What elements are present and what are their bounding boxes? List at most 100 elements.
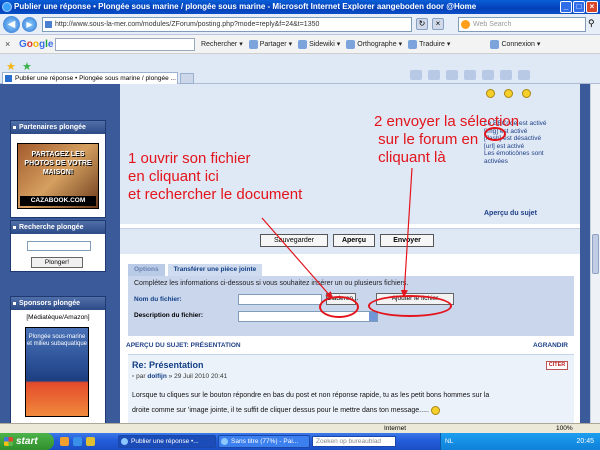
- quick-launch: [60, 437, 95, 446]
- desktop-search-input[interactable]: Zoeken op bureaublad: [312, 436, 396, 447]
- partager-button[interactable]: Partager ▾: [248, 39, 292, 49]
- help-icon[interactable]: [500, 70, 512, 80]
- smiley-icon[interactable]: [522, 89, 531, 98]
- google-toolbar: × Google Rechercher ▾ Partager ▾ Sidewiki ▾…: [0, 35, 600, 54]
- post-title[interactable]: Re: Présentation: [132, 360, 204, 370]
- home-icon[interactable]: [410, 70, 422, 80]
- smiley-highlight-circle: [484, 127, 506, 141]
- tab-page-icon: [5, 75, 12, 82]
- connexion-button[interactable]: Connexion ▾: [490, 39, 540, 49]
- translate-icon: [408, 39, 418, 49]
- quote-button[interactable]: CITER: [546, 361, 568, 370]
- gear-icon: [490, 39, 500, 49]
- dive-search-input[interactable]: [27, 241, 91, 251]
- smiley-list: [486, 89, 531, 98]
- language-indicator[interactable]: NL: [445, 433, 453, 450]
- window-title-bar: Publier une réponse • Plongée sous marin…: [0, 0, 600, 14]
- browser-tab[interactable]: Publier une réponse • Plongée sous marin…: [2, 72, 178, 84]
- print-icon[interactable]: [446, 70, 458, 80]
- start-button[interactable]: start: [0, 433, 54, 450]
- sidewiki-button[interactable]: Sidewiki ▾: [298, 39, 340, 49]
- research-icon[interactable]: [518, 70, 530, 80]
- expand-link[interactable]: AGRANDIR: [533, 342, 568, 349]
- zoom-level[interactable]: 100%: [556, 424, 573, 433]
- maximize-button[interactable]: □: [573, 1, 585, 13]
- scroll-thumb[interactable]: [592, 234, 599, 274]
- clock: 20:45: [576, 438, 594, 445]
- explorer-icon[interactable]: [86, 437, 95, 446]
- status-bar: Internet 100%: [0, 423, 600, 433]
- window-title: Publier une réponse • Plongée sous marin…: [14, 2, 477, 11]
- search-box: Recherche plongée Plonger!: [10, 220, 106, 272]
- file-name-label: Nom du fichier:: [134, 296, 182, 303]
- tab-options[interactable]: Options: [128, 264, 165, 276]
- sponsors-title: Sponsors plongée: [11, 297, 105, 310]
- command-bar: [410, 70, 530, 80]
- add-file-highlight-circle: [368, 295, 452, 317]
- system-tray: NL 20:45: [440, 433, 600, 450]
- post-author[interactable]: dolfijn: [147, 373, 167, 380]
- windows-taskbar: start Publier une réponse •... Sans titr…: [0, 433, 600, 450]
- plonger-button[interactable]: Plonger!: [31, 257, 83, 268]
- ie-icon[interactable]: [73, 437, 82, 446]
- partners-box: Partenaires plongée PARTAGEZ LES PHOTOS …: [10, 120, 106, 218]
- post-icon: ▫: [132, 373, 135, 380]
- new-tab-button[interactable]: [180, 73, 194, 84]
- web-search-input[interactable]: Web Search: [458, 17, 586, 32]
- preview-post: Re: Présentation ▫ par dolfijn » 29 Juil…: [128, 354, 574, 423]
- browse-highlight-circle: [319, 296, 359, 318]
- tools-menu-icon[interactable]: [482, 70, 494, 80]
- forward-button[interactable]: ▶: [22, 17, 37, 32]
- search-icon[interactable]: ⚲: [588, 18, 599, 30]
- smiley-icon[interactable]: [486, 89, 495, 98]
- sponsors-box: Sponsors plongée [Médiatèque/Amazon] Plo…: [10, 296, 106, 423]
- smiley-icon[interactable]: [504, 89, 513, 98]
- address-input[interactable]: http://www.sous-la-mer.com/modules/ZForu…: [42, 17, 412, 32]
- stop-icon[interactable]: ×: [432, 18, 444, 30]
- submit-bar: Sauvegarder Aperçu Envoyer: [120, 228, 580, 254]
- post-meta: ▫ par dolfijn » 29 Juil 2010 20:41: [132, 373, 228, 380]
- firefox-icon[interactable]: [60, 437, 69, 446]
- vertical-scrollbar[interactable]: [590, 84, 600, 423]
- resize-handle-icon[interactable]: [369, 312, 377, 321]
- search-provider-icon: [461, 20, 470, 29]
- preview-button[interactable]: Aperçu: [333, 234, 375, 247]
- close-button[interactable]: ×: [586, 1, 598, 13]
- close-toolbar-icon[interactable]: ×: [5, 39, 15, 49]
- search-title: Recherche plongée: [11, 221, 105, 234]
- rechercher-button[interactable]: Rechercher ▾: [201, 40, 243, 49]
- minimize-button[interactable]: _: [560, 1, 572, 13]
- form-tabs: Options Transférer une pièce jointe: [128, 264, 263, 276]
- spellcheck-icon: [346, 39, 356, 49]
- taskbar-button-ie[interactable]: Publier une réponse •...: [118, 435, 216, 448]
- file-description-input[interactable]: [238, 311, 378, 322]
- book-cover[interactable]: Plongée sous-marine et milieu subaquatiq…: [25, 327, 89, 417]
- annotation-step1: 1 ouvrir son fichier en cliquant ici et …: [128, 150, 303, 203]
- smiley-icon: [430, 405, 440, 415]
- send-button[interactable]: Envoyer: [380, 234, 434, 247]
- traduire-button[interactable]: Traduire ▾: [408, 39, 450, 49]
- internet-explorer-icon: [2, 2, 12, 12]
- apercu-sujet-link[interactable]: Aperçu du sujet: [484, 210, 537, 217]
- file-description-label: Description du fichier:: [134, 312, 203, 319]
- refresh-icon[interactable]: ↻: [416, 18, 428, 30]
- security-zone: Internet: [384, 425, 407, 432]
- taskbar-button-paint[interactable]: Sans titre (77%) - Pai...: [218, 435, 310, 448]
- share-icon: [248, 39, 258, 49]
- file-path-input[interactable]: [238, 294, 322, 305]
- page-menu-icon[interactable]: [464, 70, 476, 80]
- tab-attachments[interactable]: Transférer une pièce jointe: [167, 264, 263, 276]
- topic-preview-header: APERÇU DU SUJET: PRÉSENTATION AGRANDIR: [126, 342, 568, 349]
- partners-title: Partenaires plongée: [11, 121, 105, 134]
- post-body: Lorsque tu cliques sur le bouton répondr…: [132, 392, 490, 415]
- promo-banner[interactable]: PARTAGEZ LES PHOTOS DE VOTRE MAISON! CAZ…: [17, 143, 99, 209]
- google-logo: Google: [19, 38, 54, 50]
- save-button[interactable]: Sauvegarder: [260, 234, 328, 247]
- sidewiki-icon: [298, 39, 308, 49]
- back-button[interactable]: ◀: [3, 16, 20, 33]
- google-search-input[interactable]: [55, 37, 195, 51]
- feeds-icon[interactable]: [428, 70, 440, 80]
- address-bar-row: ◀ ▶ http://www.sous-la-mer.com/modules/Z…: [0, 14, 600, 35]
- sponsors-subtitle[interactable]: [Médiatèque/Amazon]: [11, 314, 105, 321]
- orthographe-button[interactable]: Orthographe ▾: [346, 39, 402, 49]
